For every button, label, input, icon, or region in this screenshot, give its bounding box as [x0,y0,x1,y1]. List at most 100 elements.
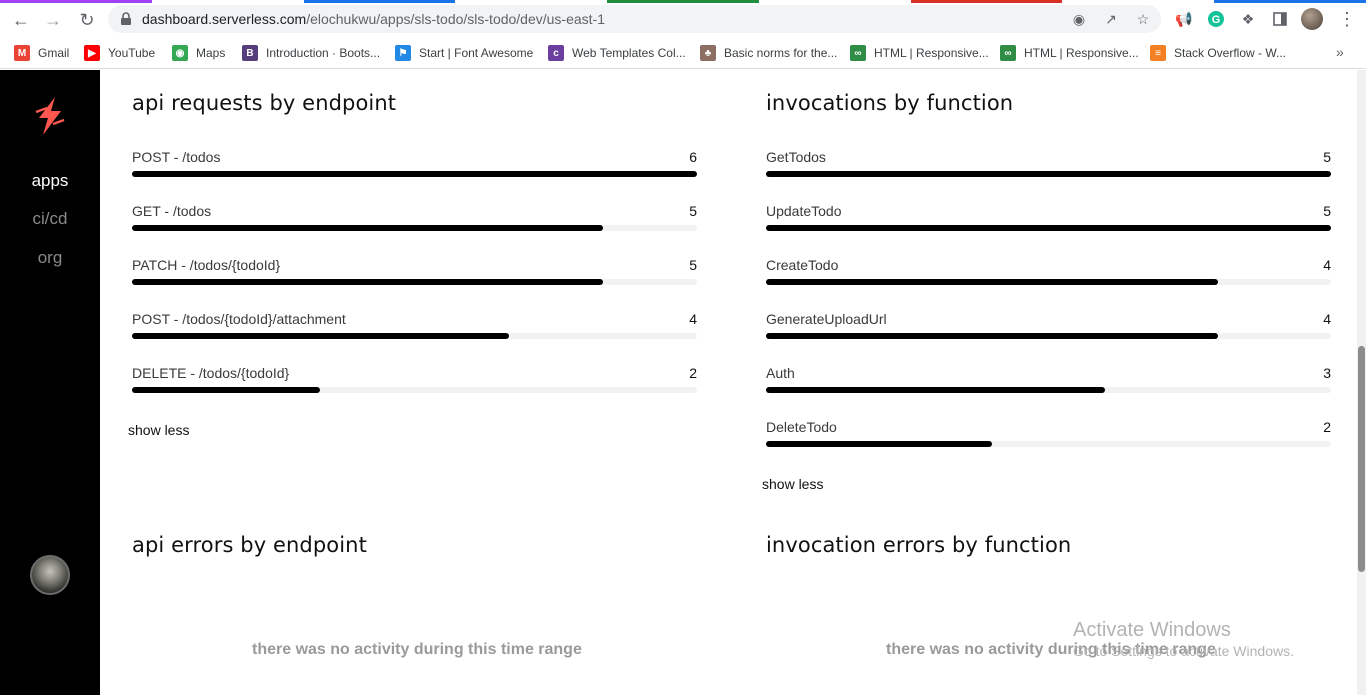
bar-fill [766,333,1218,339]
scrollbar-thumb[interactable] [1358,346,1365,572]
chrome-menu-icon[interactable]: ⋮ [1338,9,1356,29]
bar-row-label: POST - /todos [132,149,221,165]
bar-track [766,441,1331,447]
bar-row-count: 2 [689,365,697,381]
bar-fill [132,333,509,339]
bar-row: POST - /todos/{todoId}/attachment 4 [132,311,697,351]
bar-row-label: PATCH - /todos/{todoId} [132,257,281,273]
reload-icon[interactable]: ↻ [76,9,98,31]
bookmark-label: Introduction · Boots... [266,46,381,60]
font-awesome-icon: ⚑ [395,45,411,61]
bookmark-item[interactable]: ∞ HTML | Responsive... [850,43,989,63]
bookmark-item[interactable]: ⚑ Start | Font Awesome [395,43,533,63]
bar-fill [766,279,1218,285]
more-bookmarks-icon[interactable]: » [1336,44,1344,60]
bar-row-label: CreateTodo [766,257,839,273]
api-errors-empty-message: there was no activity during this time r… [252,641,582,658]
bookmark-label: HTML | Responsive... [874,46,989,60]
api-errors-title: api errors by endpoint [132,533,367,557]
page-scrollbar[interactable] [1357,70,1366,695]
profile-avatar[interactable] [1301,8,1323,30]
bar-row: CreateTodo 4 [766,257,1331,297]
bar-row: DeleteTodo 2 [766,419,1331,459]
sidebar-item-apps[interactable]: apps [0,171,100,191]
colorlib-icon: c [548,45,564,61]
windows-activation-hint: Go to Settings to activate Windows. [1073,643,1294,659]
bar-fill [766,441,992,447]
bookmark-label: YouTube [108,46,156,60]
api-requests-show-less-link[interactable]: show less [128,422,189,438]
bar-row-count: 6 [689,149,697,165]
bookmark-item[interactable]: ∞ HTML | Responsive... [1000,43,1139,63]
bar-track [766,279,1331,285]
bar-fill [766,387,1105,393]
invocation-errors-title: invocation errors by function [766,533,1072,557]
sidebar-item-ci-cd[interactable]: ci/cd [0,209,100,229]
bar-row: GET - /todos 5 [132,203,697,243]
bookmark-label: Start | Font Awesome [419,46,534,60]
sidebar-item-org[interactable]: org [0,248,100,268]
bar-row: DELETE - /todos/{todoId} 2 [132,365,697,405]
bookmark-item[interactable]: ♣ Basic norms for the... [700,43,837,63]
bar-row-count: 5 [1323,149,1331,165]
bookmark-label: Maps [196,46,226,60]
back-icon[interactable]: ← [10,9,32,31]
invocations-title: invocations by function [766,91,1014,115]
bar-track [766,333,1331,339]
bar-fill [132,225,603,231]
bar-row-count: 4 [1323,311,1331,327]
bar-row-label: UpdateTodo [766,203,842,219]
bookmark-star-icon[interactable]: ☆ [1135,11,1151,27]
bookmark-label: Stack Overflow - W... [1174,46,1287,60]
bar-row-count: 3 [1323,365,1331,381]
bar-row: Auth 3 [766,365,1331,405]
svg-text:G: G [1212,14,1221,26]
bookmark-item[interactable]: B Introduction · Boots... [242,43,380,63]
bookmarks-bar: M Gmail ▶ YouTube ◉ Maps B Introduction · Boots… [0,38,1366,69]
lock-icon[interactable] [118,11,134,27]
maps-icon: ◉ [172,45,188,61]
bar-row-label: Auth [766,365,795,381]
forward-icon[interactable]: → [42,9,64,31]
bar-fill [132,279,603,285]
invocations-show-less-link[interactable]: show less [762,476,823,492]
bookmark-label: Basic norms for the... [724,46,838,60]
user-avatar[interactable] [30,555,70,595]
bookmark-item[interactable]: ▶ YouTube [84,43,155,63]
bar-track [766,225,1331,231]
grammarly-extension-icon[interactable]: G [1206,9,1226,29]
eye-slash-icon[interactable]: ◉ [1071,11,1087,27]
bookmark-label: Gmail [38,46,70,60]
bookmark-item[interactable]: ◉ Maps [172,43,225,63]
gmail-icon: M [14,45,30,61]
serverless-logo-icon[interactable] [33,96,67,136]
bar-row-count: 5 [1323,203,1331,219]
url-text[interactable]: dashboard.serverless.com/elochukwu/apps/… [142,11,605,27]
bar-track [766,171,1331,177]
bar-row-count: 2 [1323,419,1331,435]
address-bar[interactable]: dashboard.serverless.com/elochukwu/apps/… [108,5,1161,33]
stackoverflow-icon: ≡ [1150,45,1166,61]
bookmark-item[interactable]: c Web Templates Col... [548,43,686,63]
bar-fill [766,171,1331,177]
bar-track [132,171,697,177]
bar-row: GenerateUploadUrl 4 [766,311,1331,351]
side-panel-icon[interactable] [1270,9,1290,29]
bar-row-label: DELETE - /todos/{todoId} [132,365,290,381]
tree-icon: ♣ [700,45,716,61]
bar-row: POST - /todos 6 [132,149,697,189]
bar-row-label: DeleteTodo [766,419,837,435]
bar-track [132,333,697,339]
bar-row: UpdateTodo 5 [766,203,1331,243]
extensions-puzzle-icon[interactable]: ❖ [1238,9,1258,29]
megaphone-extension-icon[interactable]: 📢 [1174,9,1194,29]
bar-track [132,387,697,393]
share-icon[interactable]: ↗ [1103,11,1119,27]
bookmark-item[interactable]: ≡ Stack Overflow - W... [1150,43,1286,63]
gfg-icon: ∞ [850,45,866,61]
tab-strip-edge [0,0,1366,3]
bar-track [766,387,1331,393]
bar-fill [132,171,697,177]
app-sidebar: apps ci/cd org [0,70,100,695]
bookmark-item[interactable]: M Gmail [14,43,69,63]
